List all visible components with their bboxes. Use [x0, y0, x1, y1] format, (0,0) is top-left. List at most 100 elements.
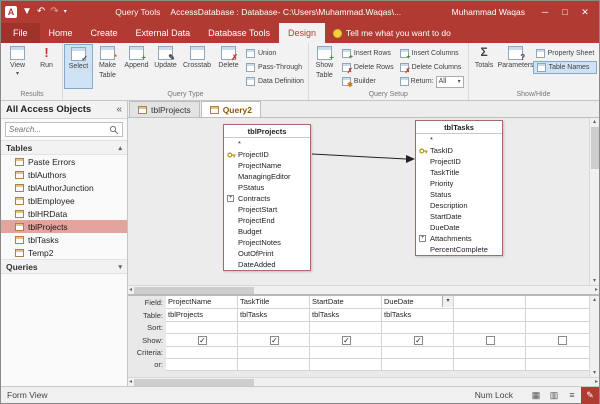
field-row[interactable]: Status	[416, 189, 502, 200]
insert-columns-button[interactable]: + Insert Columns	[397, 47, 467, 60]
scroll-right-icon[interactable]: ▸	[594, 378, 599, 386]
tab-home[interactable]: Home	[40, 23, 82, 43]
delete-rows-button[interactable]: ✗ Delete Rows	[339, 61, 397, 74]
field-row[interactable]: ProjectNotes	[224, 237, 310, 248]
show-cell[interactable]	[454, 334, 526, 347]
search-input[interactable]	[9, 125, 109, 134]
show-checkbox[interactable]: ✓	[342, 336, 351, 345]
nav-search-box[interactable]	[5, 122, 123, 137]
tab-file[interactable]: File	[1, 23, 40, 43]
criteria-cell[interactable]	[166, 347, 238, 359]
scroll-left-icon[interactable]: ◂	[128, 378, 133, 386]
field-row[interactable]: TaskID	[416, 145, 502, 156]
data-definition-button[interactable]: Data Definition	[243, 75, 307, 88]
scroll-thumb[interactable]	[591, 127, 599, 169]
field-row[interactable]: ProjectID	[224, 149, 310, 160]
table-cell[interactable]: tblTasks	[382, 309, 454, 322]
field-cell[interactable]	[454, 296, 526, 309]
field-row[interactable]: OutOfPrint	[224, 248, 310, 259]
table-cell[interactable]	[526, 309, 589, 322]
delete-columns-button[interactable]: ✗ Delete Columns	[397, 61, 467, 74]
union-button[interactable]: Union	[243, 47, 307, 60]
field-row[interactable]: ManagingEditor	[224, 171, 310, 182]
criteria-cell[interactable]	[382, 347, 454, 359]
tab-external-data[interactable]: External Data	[127, 23, 200, 43]
field-list-title[interactable]: tblProjects	[224, 125, 310, 138]
tab-create[interactable]: Create	[82, 23, 127, 43]
sql-view-icon[interactable]: ≡	[563, 387, 581, 404]
or-cell[interactable]	[382, 359, 454, 371]
show-checkbox[interactable]	[558, 336, 567, 345]
table-cell[interactable]: tblProjects	[166, 309, 238, 322]
append-button[interactable]: + Append	[122, 44, 151, 89]
nav-item-tblprojects[interactable]: tblProjects	[1, 220, 127, 233]
field-row[interactable]: ProjectID	[416, 156, 502, 167]
field-row[interactable]: DateAdded	[224, 259, 310, 270]
close-icon[interactable]: ✕	[575, 2, 595, 22]
show-cell[interactable]: ✓	[166, 334, 238, 347]
or-cell[interactable]	[526, 359, 589, 371]
sort-cell[interactable]	[454, 322, 526, 334]
design-vertical-scrollbar[interactable]: ▴ ▾	[589, 118, 599, 285]
update-button[interactable]: ✎ Update	[151, 44, 180, 89]
scroll-right-icon[interactable]: ▸	[594, 286, 599, 294]
scroll-up-icon[interactable]: ▴	[592, 296, 597, 304]
nav-item-temp2[interactable]: Temp2	[1, 246, 127, 259]
minimize-icon[interactable]: ─	[535, 2, 555, 22]
doc-tab-query2[interactable]: Query2	[201, 101, 261, 117]
nav-item-tblauthors[interactable]: tblAuthors	[1, 168, 127, 181]
make-table-button[interactable]: * Make Table	[93, 44, 122, 89]
select-query-button[interactable]: ✓ Select	[64, 44, 93, 89]
field-cell[interactable]: StartDate	[310, 296, 382, 309]
field-row[interactable]: Priority	[416, 178, 502, 189]
show-checkbox[interactable]	[486, 336, 495, 345]
table-cell[interactable]: tblTasks	[238, 309, 310, 322]
sort-cell[interactable]	[238, 322, 310, 334]
table-names-button[interactable]: Table Names	[533, 61, 598, 74]
nav-item-tbltasks[interactable]: tblTasks	[1, 233, 127, 246]
or-cell[interactable]	[166, 359, 238, 371]
crosstab-button[interactable]: Crosstab	[180, 44, 214, 89]
criteria-cell[interactable]	[454, 347, 526, 359]
return-select[interactable]: All ▾	[436, 76, 464, 88]
show-cell[interactable]: ✓	[238, 334, 310, 347]
show-cell[interactable]: ✓	[382, 334, 454, 347]
or-cell[interactable]	[454, 359, 526, 371]
table-cell[interactable]: tblTasks	[310, 309, 382, 322]
nav-item-paste-errors[interactable]: Paste Errors	[1, 155, 127, 168]
nav-section-queries[interactable]: Queries ▾	[1, 259, 127, 274]
grid-horizontal-scrollbar[interactable]: ◂ ▸	[128, 377, 599, 386]
tab-database-tools[interactable]: Database Tools	[199, 23, 279, 43]
criteria-cell[interactable]	[526, 347, 589, 359]
qat-customize-icon[interactable]: ▾	[64, 7, 67, 17]
show-cell[interactable]	[526, 334, 589, 347]
field-row[interactable]: Description	[416, 200, 502, 211]
field-row[interactable]: ProjectStart	[224, 204, 310, 215]
expand-icon[interactable]	[419, 235, 426, 242]
run-button[interactable]: ! Run	[32, 44, 61, 89]
expand-icon[interactable]	[227, 195, 234, 202]
criteria-cell[interactable]	[310, 347, 382, 359]
nav-item-tblhrdata[interactable]: tblHRData	[1, 207, 127, 220]
field-row[interactable]: PStatus	[224, 182, 310, 193]
field-row[interactable]: PercentComplete	[416, 244, 502, 255]
nav-section-tables[interactable]: Tables ▴	[1, 140, 127, 155]
scroll-up-icon[interactable]: ▴	[592, 118, 597, 126]
return-combo[interactable]: Return: All ▾	[397, 75, 467, 88]
parameters-button[interactable]: ? Parameters	[499, 44, 533, 89]
undo-icon[interactable]: ↶	[37, 7, 45, 17]
field-cell[interactable]: TaskTitle	[238, 296, 310, 309]
field-list-tblprojects[interactable]: tblProjects * ProjectID ProjectName Mana…	[223, 124, 311, 271]
grid-vertical-scrollbar[interactable]: ▴ ▾	[589, 296, 599, 377]
datasheet-view-icon[interactable]: ▦	[527, 387, 545, 404]
tell-me-box[interactable]: Tell me what you want to do	[325, 23, 459, 43]
insert-rows-button[interactable]: + Insert Rows	[339, 47, 397, 60]
shutter-close-icon[interactable]: «	[116, 104, 122, 115]
design-view-icon[interactable]: ✎	[581, 387, 599, 404]
field-row[interactable]: Attachments	[416, 233, 502, 244]
show-checkbox[interactable]: ✓	[198, 336, 207, 345]
field-cell-selected[interactable]: DueDate	[382, 296, 454, 309]
field-row[interactable]: TaskTitle	[416, 167, 502, 178]
field-row[interactable]: *	[416, 134, 502, 145]
delete-query-button[interactable]: ✗ Delete	[214, 44, 243, 89]
